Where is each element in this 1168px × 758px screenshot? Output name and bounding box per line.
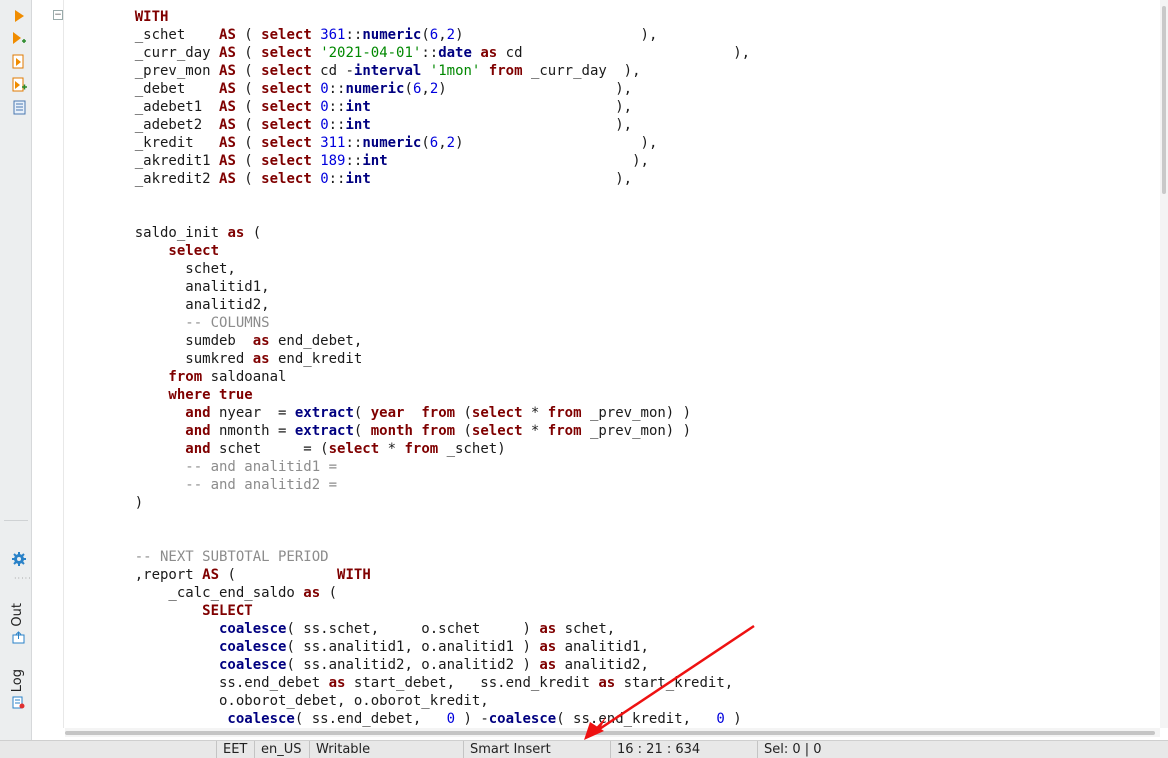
status-locale: en_US bbox=[254, 741, 302, 758]
sql-editor[interactable]: WITH _schet AS ( select 361::numeric(6,2… bbox=[65, 0, 1160, 728]
code-line[interactable]: schet, bbox=[101, 260, 750, 278]
code-line[interactable] bbox=[101, 530, 750, 548]
status-mode: Writable bbox=[309, 741, 370, 758]
strip-divider bbox=[4, 520, 28, 521]
code-line[interactable]: coalesce( ss.analitid1, o.analitid1 ) as… bbox=[101, 638, 750, 656]
run-step-icon[interactable] bbox=[11, 31, 27, 47]
code-line[interactable]: coalesce( ss.end_debet, 0 ) -coalesce( s… bbox=[101, 710, 750, 728]
run-icon[interactable] bbox=[11, 8, 27, 24]
strip-dots: ····· bbox=[14, 574, 32, 583]
status-selection: Sel: 0 | 0 bbox=[757, 741, 822, 758]
editor-gutter: − bbox=[36, 0, 64, 728]
code-line[interactable]: -- NEXT SUBTOTAL PERIOD bbox=[101, 548, 750, 566]
status-insert-mode[interactable]: Smart Insert bbox=[463, 741, 551, 758]
code-line[interactable]: _adebet2 AS ( select 0::int ), bbox=[101, 116, 750, 134]
output-icon bbox=[12, 629, 25, 648]
code-line[interactable]: analitid2, bbox=[101, 296, 750, 314]
status-bar: EET en_US Writable Smart Insert 16 : 21 … bbox=[0, 740, 1168, 758]
tab-out-label: Out bbox=[10, 603, 25, 627]
code-line[interactable]: and nyear = extract( year from (select *… bbox=[101, 404, 750, 422]
settings-icon[interactable] bbox=[11, 551, 27, 567]
code-line[interactable]: sumkred as end_kredit bbox=[101, 350, 750, 368]
code-line[interactable]: select bbox=[101, 242, 750, 260]
code-line[interactable]: _akredit1 AS ( select 189::int ), bbox=[101, 152, 750, 170]
code-line[interactable]: _kredit AS ( select 311::numeric(6,2) ), bbox=[101, 134, 750, 152]
fold-toggle-icon[interactable]: − bbox=[53, 10, 63, 20]
code-line[interactable]: _debet AS ( select 0::numeric(6,2) ), bbox=[101, 80, 750, 98]
code-line[interactable]: and nmonth = extract( month from (select… bbox=[101, 422, 750, 440]
vertical-scrollbar[interactable] bbox=[1160, 0, 1168, 728]
code-line[interactable]: analitid1, bbox=[65, 278, 1160, 296]
script-icon[interactable] bbox=[11, 53, 27, 69]
code-line[interactable]: coalesce( ss.schet, o.schet ) as schet, bbox=[101, 620, 750, 638]
code-line[interactable]: ,report AS ( WITH bbox=[101, 566, 750, 584]
code-line[interactable] bbox=[101, 512, 750, 530]
tab-log-label: Log bbox=[10, 669, 25, 693]
code-line[interactable] bbox=[101, 188, 750, 206]
left-tool-strip: ····· Out Log bbox=[0, 0, 32, 740]
code-line[interactable]: _schet AS ( select 361::numeric(6,2) ), bbox=[101, 26, 750, 44]
vertical-scroll-thumb[interactable] bbox=[1162, 6, 1166, 194]
code-content[interactable]: WITH _schet AS ( select 361::numeric(6,2… bbox=[65, 8, 1160, 728]
code-line[interactable]: SELECT bbox=[101, 602, 750, 620]
horizontal-scrollbar[interactable] bbox=[65, 728, 1160, 737]
code-line[interactable]: where true bbox=[101, 386, 750, 404]
code-line[interactable]: ss.end_debet as start_debet, ss.end_kred… bbox=[101, 674, 750, 692]
code-line[interactable]: o.oborot_debet, o.oborot_kredit, bbox=[101, 692, 750, 710]
code-line[interactable]: from saldoanal bbox=[101, 368, 750, 386]
tab-out[interactable]: Out bbox=[8, 603, 28, 648]
log-icon bbox=[12, 694, 25, 713]
code-line[interactable]: and schet = (select * from _schet) bbox=[101, 440, 750, 458]
plan-icon[interactable] bbox=[11, 99, 27, 115]
code-line[interactable]: _akredit2 AS ( select 0::int ), bbox=[101, 170, 750, 188]
code-line[interactable]: WITH bbox=[101, 8, 750, 26]
code-line[interactable] bbox=[101, 206, 750, 224]
code-line[interactable]: sumdeb as end_debet, bbox=[101, 332, 750, 350]
code-line[interactable]: -- and analitid2 = bbox=[101, 476, 750, 494]
script-add-icon[interactable] bbox=[11, 76, 27, 92]
code-line[interactable]: -- and analitid1 = bbox=[101, 458, 750, 476]
code-line[interactable]: coalesce( ss.analitid2, o.analitid2 ) as… bbox=[101, 656, 750, 674]
status-position: 16 : 21 : 634 bbox=[610, 741, 700, 758]
code-line[interactable]: -- COLUMNS bbox=[101, 314, 750, 332]
code-line[interactable]: saldo_init as ( bbox=[101, 224, 750, 242]
code-line[interactable]: _adebet1 AS ( select 0::int ), bbox=[101, 98, 750, 116]
horizontal-scroll-thumb[interactable] bbox=[65, 731, 1155, 735]
code-line[interactable]: _calc_end_saldo as ( bbox=[101, 584, 750, 602]
tab-log[interactable]: Log bbox=[8, 669, 28, 713]
code-line[interactable]: _curr_day AS ( select '2021-04-01'::date… bbox=[101, 44, 750, 62]
status-timezone: EET bbox=[216, 741, 247, 758]
code-line[interactable]: _prev_mon AS ( select cd -interval '1mon… bbox=[101, 62, 750, 80]
code-line[interactable]: ) bbox=[101, 494, 750, 512]
